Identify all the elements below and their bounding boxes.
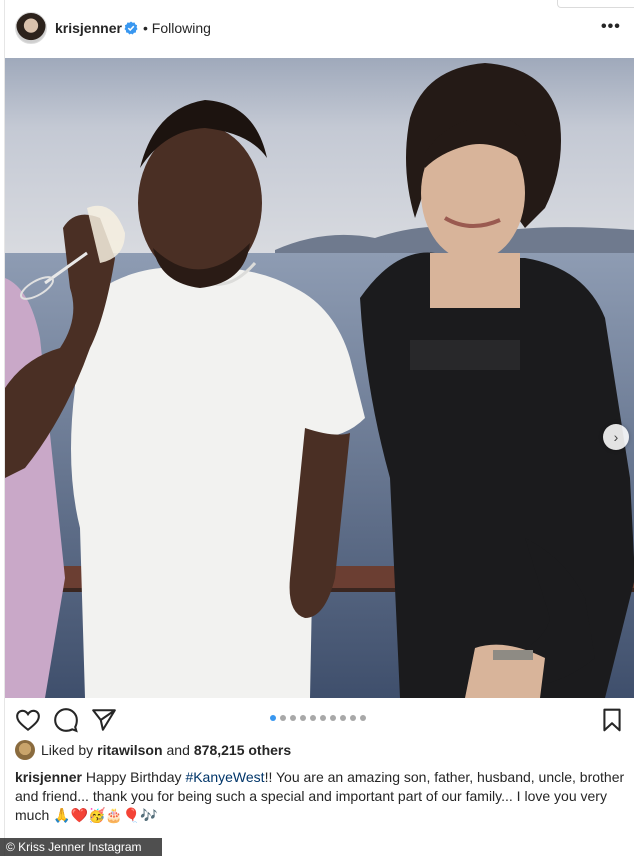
share-icon[interactable] — [91, 707, 117, 733]
caption-hashtag[interactable]: #KanyeWest — [185, 769, 264, 785]
carousel-dot — [310, 715, 316, 721]
likes-prefix: Liked by — [41, 742, 94, 758]
carousel-dot — [340, 715, 346, 721]
carousel-next-button[interactable]: › — [603, 424, 629, 450]
comment-icon[interactable] — [53, 707, 79, 733]
window-frame-edge — [557, 0, 634, 8]
liker-username[interactable]: ritawilson — [97, 742, 162, 758]
profile-avatar[interactable] — [15, 12, 47, 44]
verified-icon — [124, 21, 138, 35]
carousel-dot — [350, 715, 356, 721]
post-caption: krisjenner Happy Birthday #KanyeWest!! Y… — [15, 768, 625, 825]
liker-avatar — [15, 740, 35, 760]
following-button[interactable]: Following — [152, 20, 211, 36]
carousel-dot — [300, 715, 306, 721]
carousel-dot — [280, 715, 286, 721]
carousel-dot — [360, 715, 366, 721]
likes-middle: and — [166, 742, 190, 758]
caption-username[interactable]: krisjenner — [15, 769, 82, 785]
carousel-indicator — [270, 715, 366, 721]
carousel-dot — [270, 715, 276, 721]
follow-status[interactable]: • Following — [143, 20, 211, 36]
carousel-dot — [330, 715, 336, 721]
post-photo[interactable]: › — [5, 58, 634, 698]
chevron-right-icon: › — [613, 429, 619, 445]
likes-count[interactable]: 878,215 others — [194, 742, 291, 758]
more-options-button[interactable]: ••• — [601, 18, 621, 36]
carousel-dot — [290, 715, 296, 721]
likes-row: Liked by ritawilson and 878,215 others — [15, 739, 295, 761]
action-bar — [5, 703, 634, 735]
instagram-post: krisjenner • Following ••• › Liked by ri… — [4, 0, 634, 856]
caption-text-before: Happy Birthday — [81, 769, 186, 785]
post-header: krisjenner • Following ••• — [5, 8, 634, 50]
photo-illustration — [5, 58, 634, 698]
photo-credit: © Kriss Jenner Instagram — [0, 838, 162, 856]
username-link[interactable]: krisjenner — [55, 20, 122, 36]
carousel-dot — [320, 715, 326, 721]
separator-dot: • — [143, 20, 148, 36]
heart-icon[interactable] — [15, 707, 41, 733]
bookmark-icon[interactable] — [599, 707, 625, 733]
